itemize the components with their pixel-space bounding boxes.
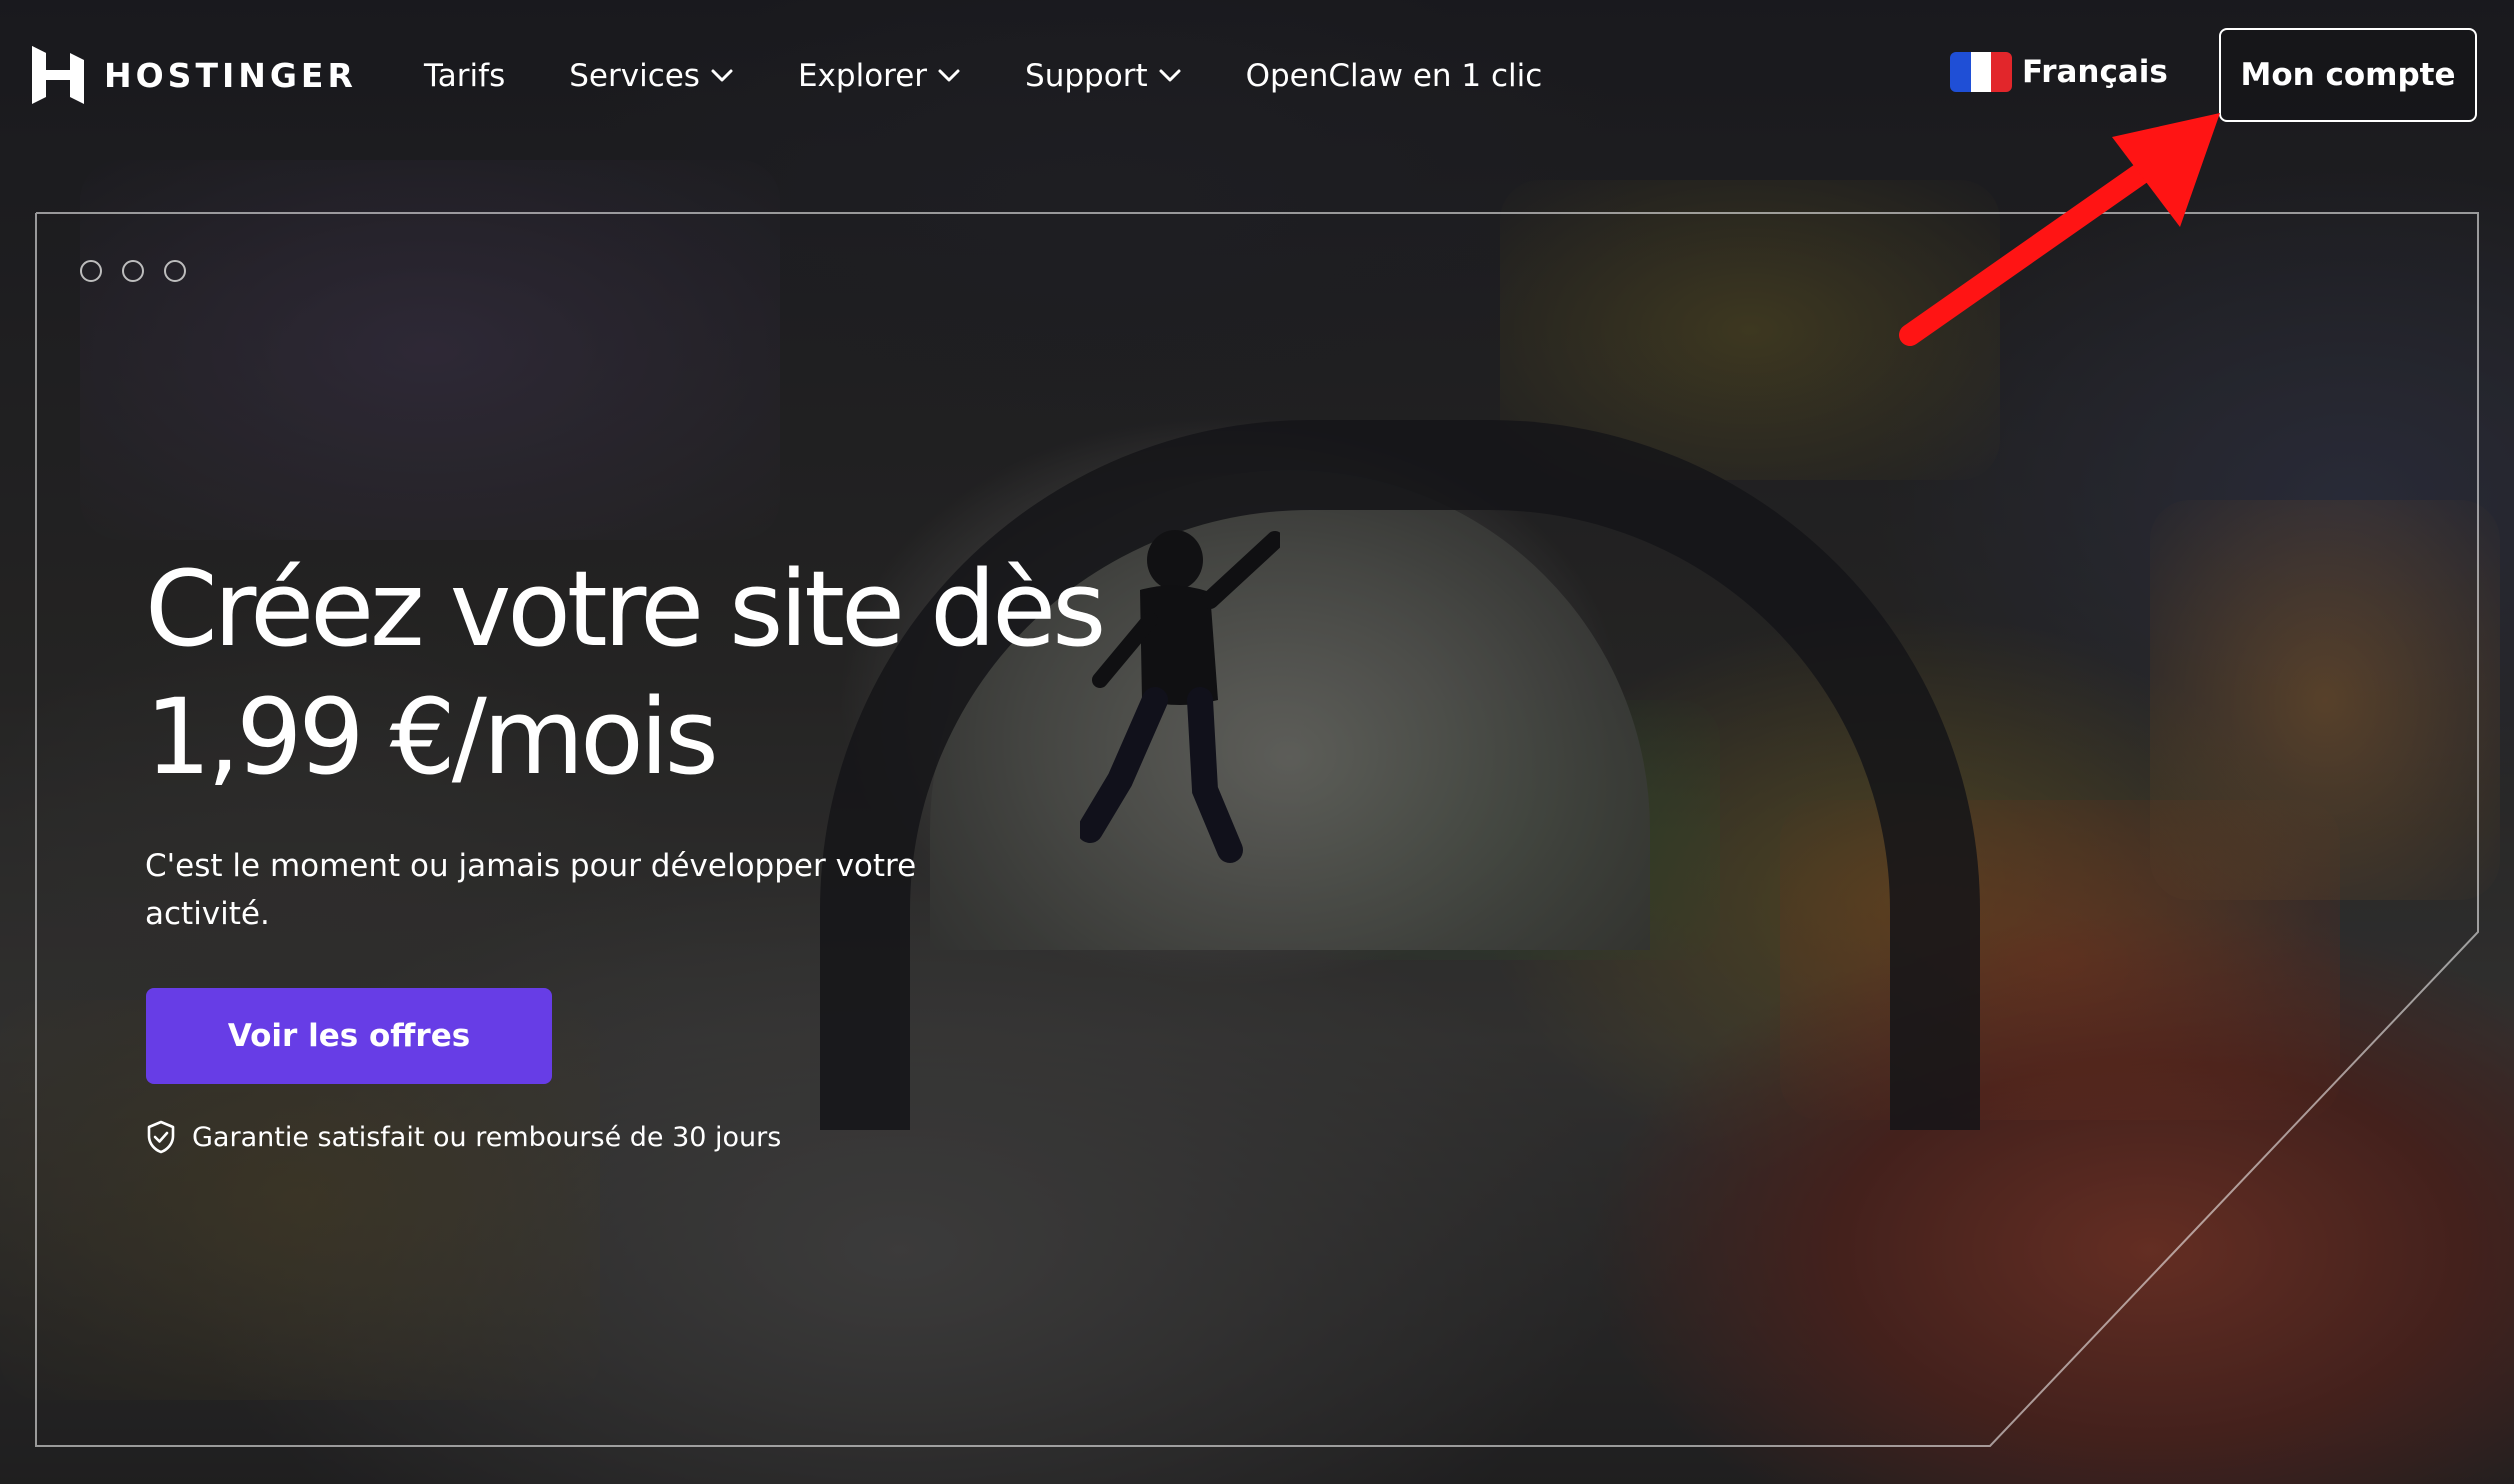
nav-label: Services bbox=[569, 58, 700, 94]
nav-label: Support bbox=[1025, 58, 1148, 94]
nav-item-services[interactable]: Services bbox=[569, 58, 734, 94]
chevron-down-icon bbox=[938, 69, 960, 82]
hero-subtitle: C'est le moment ou jamais pour développe… bbox=[145, 848, 917, 932]
nav-item-openclaw[interactable]: OpenClaw en 1 clic bbox=[1246, 58, 1543, 94]
page: HOSTINGER Tarifs Services Explorer Suppo… bbox=[0, 0, 2514, 1484]
chevron-down-icon bbox=[711, 69, 733, 82]
logo-wordmark: HOSTINGER bbox=[104, 55, 357, 95]
nav-item-tarifs[interactable]: Tarifs bbox=[424, 58, 505, 94]
guarantee-text: Garantie satisfait ou remboursé de 30 jo… bbox=[192, 1121, 782, 1153]
account-button[interactable]: Mon compte bbox=[2219, 28, 2477, 122]
hero-title: Créez votre site dès 1,99 €/mois bbox=[145, 545, 1145, 801]
nav-item-support[interactable]: Support bbox=[1025, 58, 1182, 94]
nav-item-explorer[interactable]: Explorer bbox=[798, 58, 961, 94]
hostinger-logo[interactable]: HOSTINGER bbox=[32, 46, 357, 104]
language-selector[interactable]: Français bbox=[1950, 52, 2168, 92]
hostinger-logo-icon bbox=[32, 46, 84, 104]
main-nav: Tarifs Services Explorer Support OpenCla… bbox=[424, 50, 1606, 102]
carousel-dot[interactable] bbox=[164, 260, 186, 282]
chevron-down-icon bbox=[1159, 69, 1181, 82]
language-label: Français bbox=[2022, 54, 2168, 90]
carousel-dots bbox=[80, 260, 186, 282]
guarantee-note: Garantie satisfait ou remboursé de 30 jo… bbox=[146, 1120, 781, 1154]
annotation-arrow-icon bbox=[1899, 113, 2220, 346]
france-flag-icon bbox=[1950, 52, 2012, 92]
nav-label: Explorer bbox=[797, 58, 928, 94]
hero-title-line: Créez votre site dès bbox=[145, 548, 1106, 670]
nav-label: OpenClaw en 1 clic bbox=[1245, 58, 1543, 94]
carousel-dot[interactable] bbox=[80, 260, 102, 282]
view-offers-button[interactable]: Voir les offres bbox=[146, 988, 552, 1084]
shield-check-icon bbox=[147, 1120, 175, 1154]
hero-title-price: 1,99 €/mois bbox=[145, 676, 719, 798]
carousel-dot[interactable] bbox=[122, 260, 144, 282]
nav-label: Tarifs bbox=[424, 58, 506, 94]
